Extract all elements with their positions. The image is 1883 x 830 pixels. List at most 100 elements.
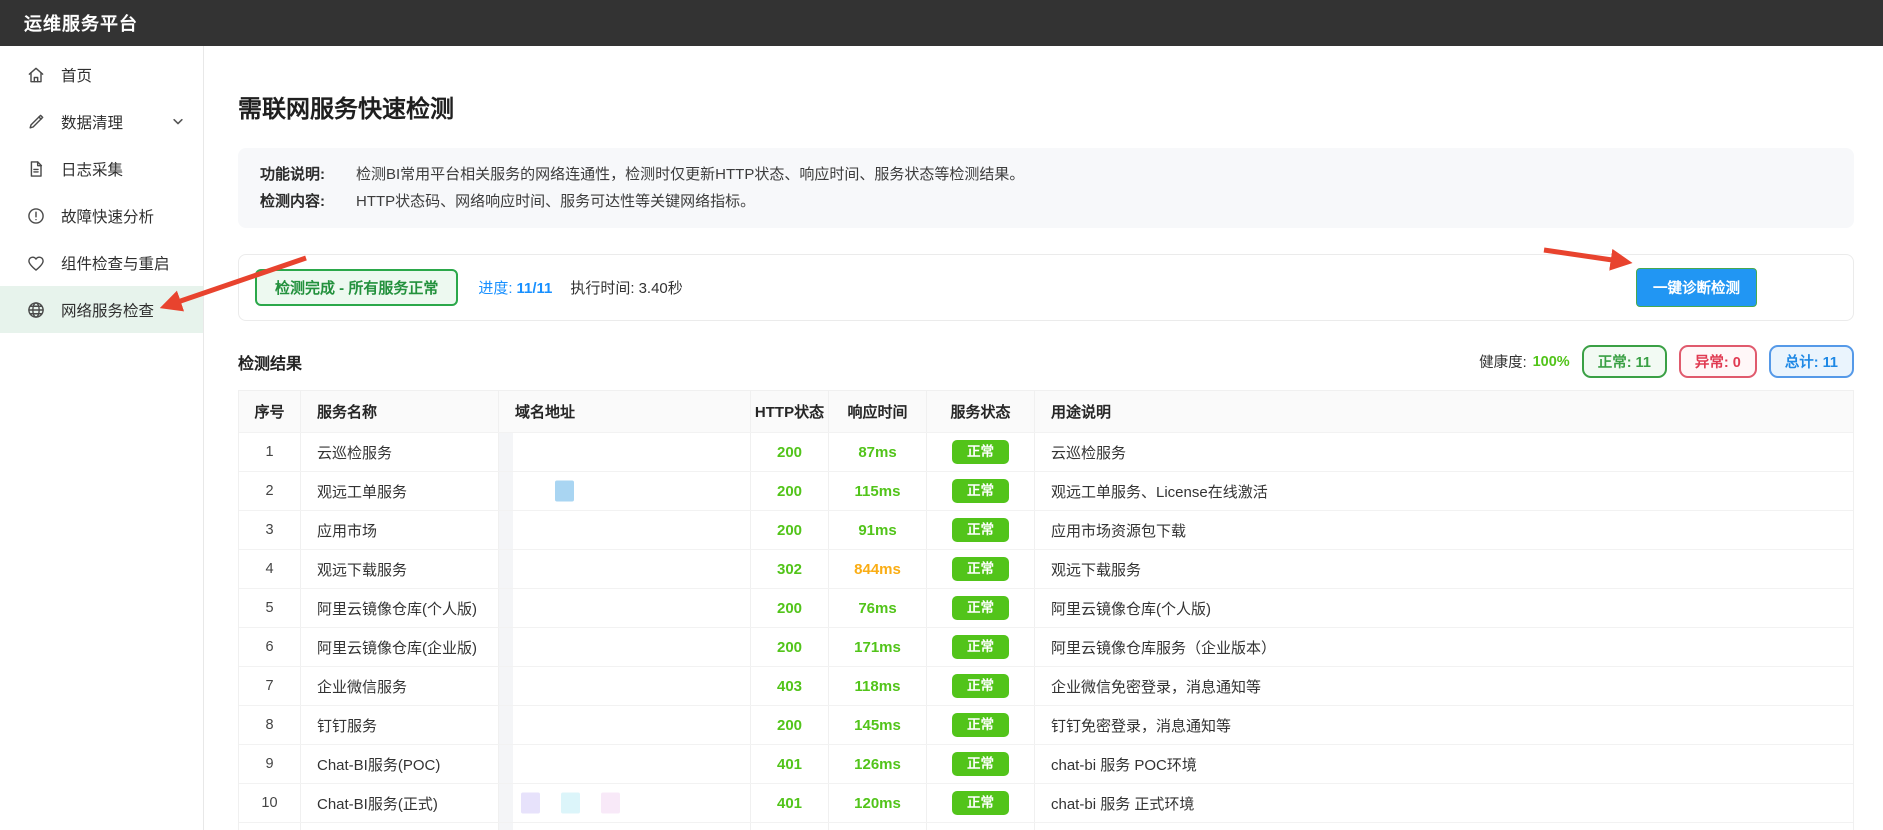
sidebar-item-5[interactable]: 组件检查与重启 bbox=[0, 239, 203, 286]
table-row: 8钉钉服务200145ms正常钉钉免密登录，消息通知等 bbox=[239, 706, 1853, 745]
service-name: Helm远程仓库 bbox=[301, 823, 499, 830]
results-header: 检测结果 健康度: 100% 正常: 11 异常: 0 总计: 11 bbox=[238, 345, 1854, 378]
results-table: 序号服务名称域名地址HTTP状态响应时间服务状态用途说明 1云巡检服务20087… bbox=[238, 390, 1854, 830]
sidebar-item-1[interactable]: 首页 bbox=[0, 51, 203, 98]
status-badge: 正常 bbox=[952, 596, 1009, 620]
info-box: 功能说明: 检测BI常用平台相关服务的网络连通性，检测时仅更新HTTP状态、响应… bbox=[238, 148, 1854, 228]
service-status-cell: 正常 bbox=[927, 589, 1035, 627]
chevron-down-icon bbox=[171, 115, 185, 129]
info-label: 功能说明: bbox=[260, 161, 340, 188]
service-status-cell: 正常 bbox=[927, 550, 1035, 588]
response-time: 91ms bbox=[829, 511, 927, 549]
sidebar-item-4[interactable]: 故障快速分析 bbox=[0, 192, 203, 239]
row-index: 4 bbox=[239, 550, 301, 588]
service-name: Chat-BI服务(正式) bbox=[301, 784, 499, 822]
service-status-cell: 正常 bbox=[927, 667, 1035, 705]
usage-description: 观远下载服务 bbox=[1035, 550, 1853, 588]
column-header-5: 响应时间 bbox=[829, 391, 927, 432]
http-status: 200 bbox=[751, 589, 829, 627]
status-badge: 正常 bbox=[952, 440, 1009, 464]
redacted-domain-mark bbox=[561, 793, 580, 814]
usage-description: Helm 远程仓库地址，用于BI应用配置更新 bbox=[1035, 823, 1853, 830]
row-index: 11 bbox=[239, 823, 301, 830]
redacted-domain-mark bbox=[601, 793, 620, 814]
status-badge: 正常 bbox=[952, 557, 1009, 581]
info-text: 检测BI常用平台相关服务的网络连通性，检测时仅更新HTTP状态、响应时间、服务状… bbox=[356, 161, 1024, 188]
usage-description: chat-bi 服务 POC环境 bbox=[1035, 745, 1853, 783]
page: 运维服务平台 首页数据清理日志采集故障快速分析组件检查与重启网络服务检查 需联网… bbox=[0, 0, 1883, 830]
execution-time-value: 3.40秒 bbox=[639, 280, 683, 297]
response-time: 87ms bbox=[829, 433, 927, 471]
response-time: 76ms bbox=[829, 589, 927, 627]
http-status: 403 bbox=[751, 667, 829, 705]
execution-time: 执行时间:3.40秒 bbox=[570, 277, 682, 298]
response-time: 171ms bbox=[829, 628, 927, 666]
document-icon bbox=[26, 159, 46, 179]
health-stats: 健康度: 100% 正常: 11 异常: 0 总计: 11 bbox=[1479, 345, 1854, 378]
app-title: 运维服务平台 bbox=[24, 10, 138, 36]
response-time: 115ms bbox=[829, 472, 927, 510]
http-status: 302 bbox=[751, 550, 829, 588]
table-row: 9Chat-BI服务(POC)401126ms正常chat-bi 服务 POC环… bbox=[239, 745, 1853, 784]
table-body: 1云巡检服务20087ms正常云巡检服务2观远工单服务200115ms正常观远工… bbox=[239, 433, 1853, 830]
usage-description: 企业微信免密登录，消息通知等 bbox=[1035, 667, 1853, 705]
row-index: 8 bbox=[239, 706, 301, 744]
sidebar-item-label: 网络服务检查 bbox=[61, 299, 154, 321]
info-label: 检测内容: bbox=[260, 188, 340, 215]
sidebar-item-label: 日志采集 bbox=[61, 158, 123, 180]
service-status-cell: 正常 bbox=[927, 784, 1035, 822]
http-status: 401 bbox=[751, 745, 829, 783]
table-row: 1云巡检服务20087ms正常云巡检服务 bbox=[239, 433, 1853, 472]
domain-address bbox=[499, 628, 751, 666]
usage-description: 钉钉免密登录，消息通知等 bbox=[1035, 706, 1853, 744]
response-time: 118ms bbox=[829, 667, 927, 705]
normal-count-badge: 正常: 11 bbox=[1582, 345, 1667, 378]
http-status: 401 bbox=[751, 784, 829, 822]
brush-icon bbox=[26, 112, 46, 132]
status-badge: 正常 bbox=[952, 713, 1009, 737]
row-index: 1 bbox=[239, 433, 301, 471]
column-header-3: 域名地址 bbox=[499, 391, 751, 432]
http-status: 200 bbox=[751, 628, 829, 666]
main-content: 需联网服务快速检测 功能说明: 检测BI常用平台相关服务的网络连通性，检测时仅更… bbox=[204, 46, 1883, 830]
page-title: 需联网服务快速检测 bbox=[238, 89, 1854, 124]
row-index: 9 bbox=[239, 745, 301, 783]
sidebar-item-6[interactable]: 网络服务检查 bbox=[0, 286, 203, 333]
domain-address bbox=[499, 823, 751, 830]
usage-description: 观远工单服务、License在线激活 bbox=[1035, 472, 1853, 510]
one-click-diagnose-button[interactable]: 一键诊断检测 bbox=[1636, 268, 1757, 307]
sidebar-item-2[interactable]: 数据清理 bbox=[0, 98, 203, 145]
table-row: 11Helm远程仓库401115ms正常Helm 远程仓库地址，用于BI应用配置… bbox=[239, 823, 1853, 830]
column-header-6: 服务状态 bbox=[927, 391, 1035, 432]
service-name: 观远下载服务 bbox=[301, 550, 499, 588]
table-header-row: 序号服务名称域名地址HTTP状态响应时间服务状态用途说明 bbox=[239, 391, 1853, 433]
sidebar-item-label: 组件检查与重启 bbox=[61, 252, 170, 274]
heart-icon bbox=[26, 253, 46, 273]
total-count-badge: 总计: 11 bbox=[1769, 345, 1854, 378]
table-row: 5阿里云镜像仓库(个人版)20076ms正常阿里云镜像仓库(个人版) bbox=[239, 589, 1853, 628]
service-status-cell: 正常 bbox=[927, 628, 1035, 666]
sidebar-item-label: 故障快速分析 bbox=[61, 205, 154, 227]
sidebar-item-3[interactable]: 日志采集 bbox=[0, 145, 203, 192]
row-index: 2 bbox=[239, 472, 301, 510]
domain-address bbox=[499, 589, 751, 627]
service-status-cell: 正常 bbox=[927, 745, 1035, 783]
http-status: 200 bbox=[751, 511, 829, 549]
status-badge: 正常 bbox=[952, 635, 1009, 659]
http-status: 200 bbox=[751, 472, 829, 510]
domain-address bbox=[499, 511, 751, 549]
table-row: 6阿里云镜像仓库(企业版)200171ms正常阿里云镜像仓库服务（企业版本） bbox=[239, 628, 1853, 667]
service-status-cell: 正常 bbox=[927, 433, 1035, 471]
results-section-title: 检测结果 bbox=[238, 350, 302, 374]
table-row: 7企业微信服务403118ms正常企业微信免密登录，消息通知等 bbox=[239, 667, 1853, 706]
column-header-1: 序号 bbox=[239, 391, 301, 432]
http-status: 200 bbox=[751, 706, 829, 744]
redacted-domain-mark bbox=[555, 481, 574, 502]
status-badge: 正常 bbox=[952, 479, 1009, 503]
usage-description: 云巡检服务 bbox=[1035, 433, 1853, 471]
row-index: 3 bbox=[239, 511, 301, 549]
response-time: 120ms bbox=[829, 784, 927, 822]
health-label: 健康度: bbox=[1479, 351, 1527, 372]
status-card: 检测完成 - 所有服务正常 进度:11/11 执行时间:3.40秒 一键诊断检测 bbox=[238, 254, 1854, 321]
domain-address bbox=[499, 433, 751, 471]
